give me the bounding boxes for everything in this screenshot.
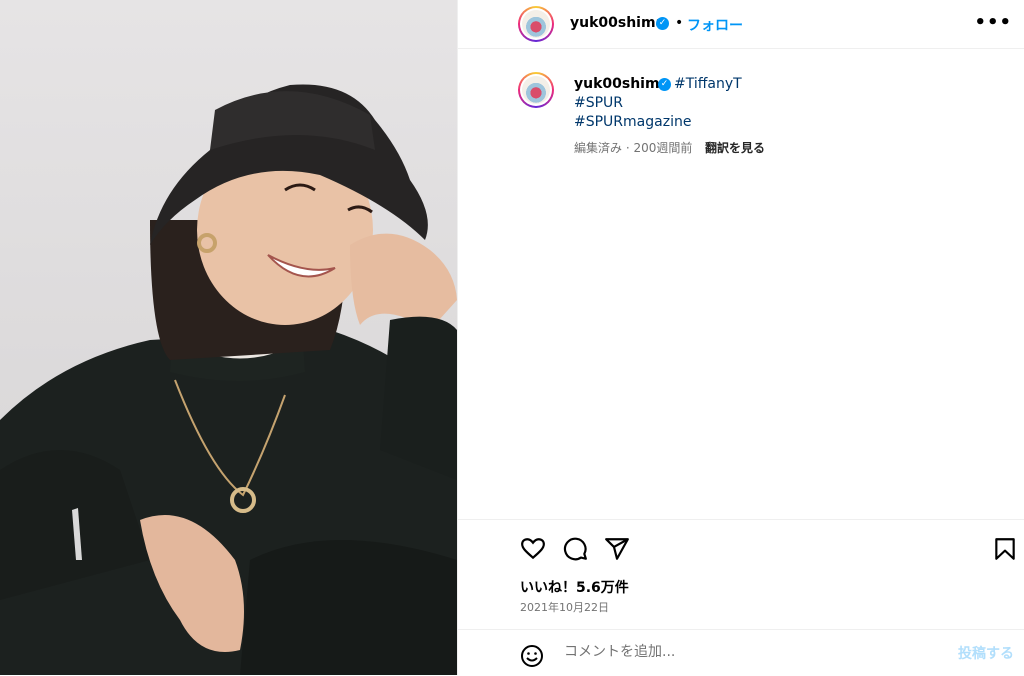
emoji-icon[interactable] [520,644,544,668]
photo-illustration [0,84,457,675]
more-options-icon[interactable]: ••• [974,12,1012,33]
hashtag-spur[interactable]: #SPUR [574,95,623,111]
post-header: yuk00shima ✓ • フォロー ••• [458,0,1024,49]
separator-dot: • [675,15,684,31]
hashtag-spurmagazine[interactable]: #SPURmagazine [574,114,691,130]
post-detail-panel: yuk00shima ✓ • フォロー ••• yuk00shima ✓ #Ti… [457,0,1024,675]
bookmark-icon[interactable] [992,536,1018,562]
share-icon[interactable] [604,536,630,562]
post-photo[interactable] [0,0,457,675]
post-comment-button[interactable]: 投稿する [958,643,1014,663]
comment-input[interactable] [562,643,946,661]
avatar[interactable] [518,6,554,42]
header-username[interactable]: yuk00shima [570,15,665,31]
caption-meta: 編集済み · 200週間前 [574,141,693,155]
heart-icon[interactable] [520,536,546,562]
translate-link[interactable]: 翻訳を見る [705,139,765,156]
caption-avatar[interactable] [518,72,554,108]
post-date[interactable]: 2021年10月22日 [520,599,609,615]
comment-bar: 投稿する [458,629,1024,676]
verified-badge-icon: ✓ [656,17,669,30]
likes-count[interactable]: いいね！5.6万件 [520,577,629,597]
verified-badge-icon: ✓ [658,78,671,91]
caption-username[interactable]: yuk00shima [574,76,669,92]
comment-icon[interactable] [562,536,588,562]
action-bar [458,519,1024,561]
follow-button[interactable]: フォロー [687,15,743,35]
hashtag-tiffanyt[interactable]: #TiffanyT [674,76,742,92]
